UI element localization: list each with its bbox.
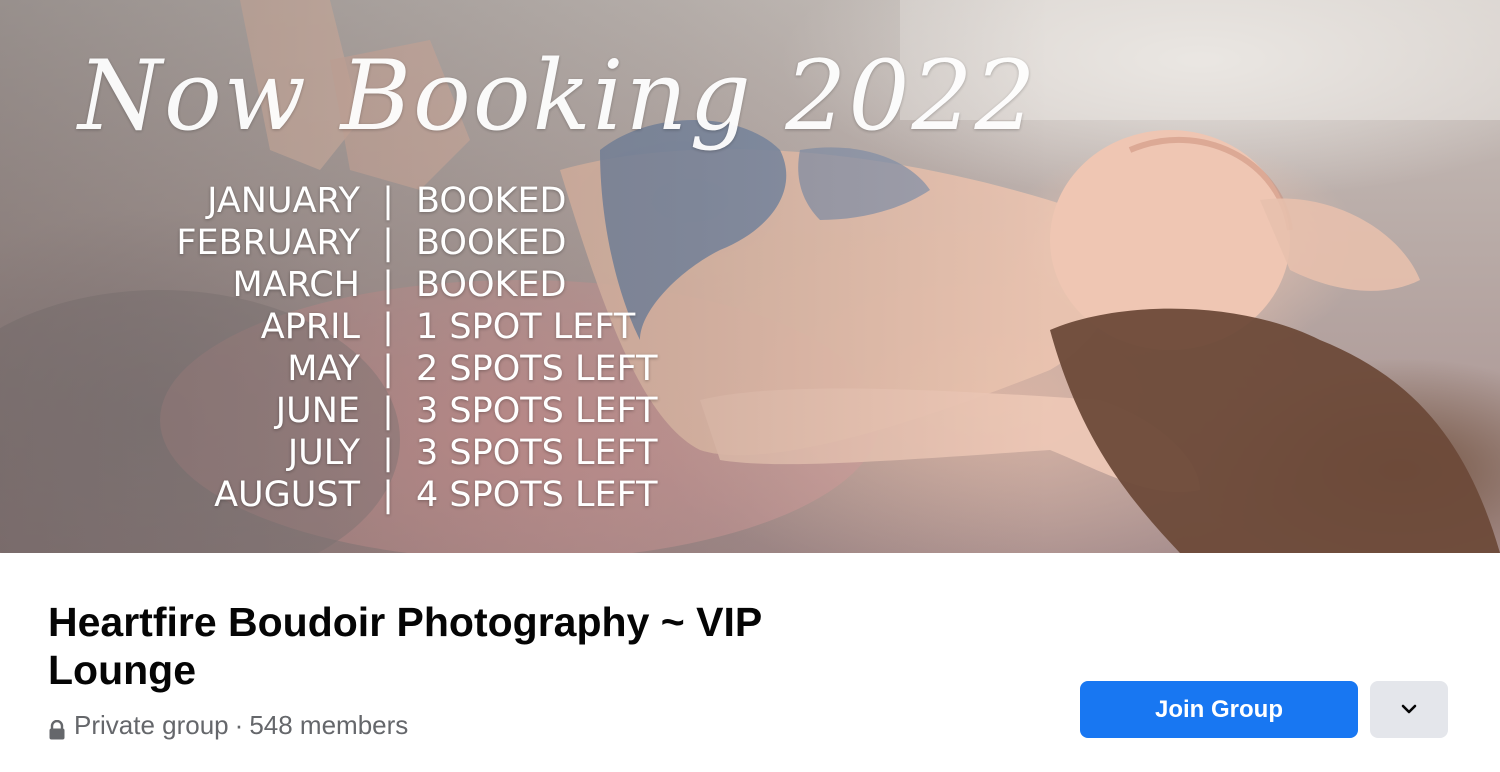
schedule-month: MARCH [232, 265, 360, 305]
schedule-month: MAY [287, 349, 360, 389]
privacy-label[interactable]: Private group [74, 710, 229, 741]
schedule-row: APRIL | 1 SPOT LEFT [140, 306, 696, 348]
schedule-row: JANUARY | BOOKED [140, 180, 696, 222]
schedule-row: JULY | 3 SPOTS LEFT [140, 432, 696, 474]
schedule-month: APRIL [260, 307, 360, 347]
schedule-status: 2 SPOTS LEFT [416, 349, 658, 389]
booking-schedule: JANUARY | BOOKED FEBRUARY | BOOKED MARCH… [140, 180, 696, 516]
more-options-button[interactable] [1370, 681, 1448, 738]
schedule-separator: | [382, 181, 394, 221]
schedule-row: FEBRUARY | BOOKED [140, 222, 696, 264]
schedule-separator: | [382, 391, 394, 431]
schedule-separator: | [382, 433, 394, 473]
schedule-month: AUGUST [214, 475, 360, 515]
schedule-separator: | [382, 223, 394, 263]
cover-title: Now Booking 2022 [78, 40, 1038, 152]
meta-separator: · [234, 710, 244, 740]
schedule-status: 3 SPOTS LEFT [416, 391, 658, 431]
schedule-month: JULY [287, 433, 360, 473]
schedule-month: FEBRUARY [176, 223, 360, 263]
cover-photo[interactable]: Now Booking 2022 JANUARY | BOOKED FEBRUA… [0, 0, 1500, 553]
schedule-separator: | [382, 307, 394, 347]
schedule-month: JUNE [275, 391, 360, 431]
schedule-status: 3 SPOTS LEFT [416, 433, 658, 473]
schedule-status: 1 SPOT LEFT [416, 307, 636, 347]
chevron-down-icon [1401, 702, 1417, 717]
schedule-status: BOOKED [416, 265, 567, 305]
member-count[interactable]: 548 members [249, 710, 408, 741]
group-meta: Private group · 548 members [48, 710, 408, 741]
schedule-row: AUGUST | 4 SPOTS LEFT [140, 474, 696, 516]
schedule-month: JANUARY [207, 181, 360, 221]
group-page: Now Booking 2022 JANUARY | BOOKED FEBRUA… [0, 0, 1500, 772]
schedule-separator: | [382, 349, 394, 389]
schedule-status: BOOKED [416, 181, 567, 221]
schedule-separator: | [382, 475, 394, 515]
schedule-row: JUNE | 3 SPOTS LEFT [140, 390, 696, 432]
schedule-status: 4 SPOTS LEFT [416, 475, 658, 515]
group-name[interactable]: Heartfire Boudoir Photography ~ VIP Loun… [48, 598, 768, 694]
schedule-row: MARCH | BOOKED [140, 264, 696, 306]
schedule-separator: | [382, 265, 394, 305]
join-group-button[interactable]: Join Group [1080, 681, 1358, 738]
schedule-row: MAY | 2 SPOTS LEFT [140, 348, 696, 390]
lock-icon [48, 716, 66, 739]
schedule-status: BOOKED [416, 223, 567, 263]
